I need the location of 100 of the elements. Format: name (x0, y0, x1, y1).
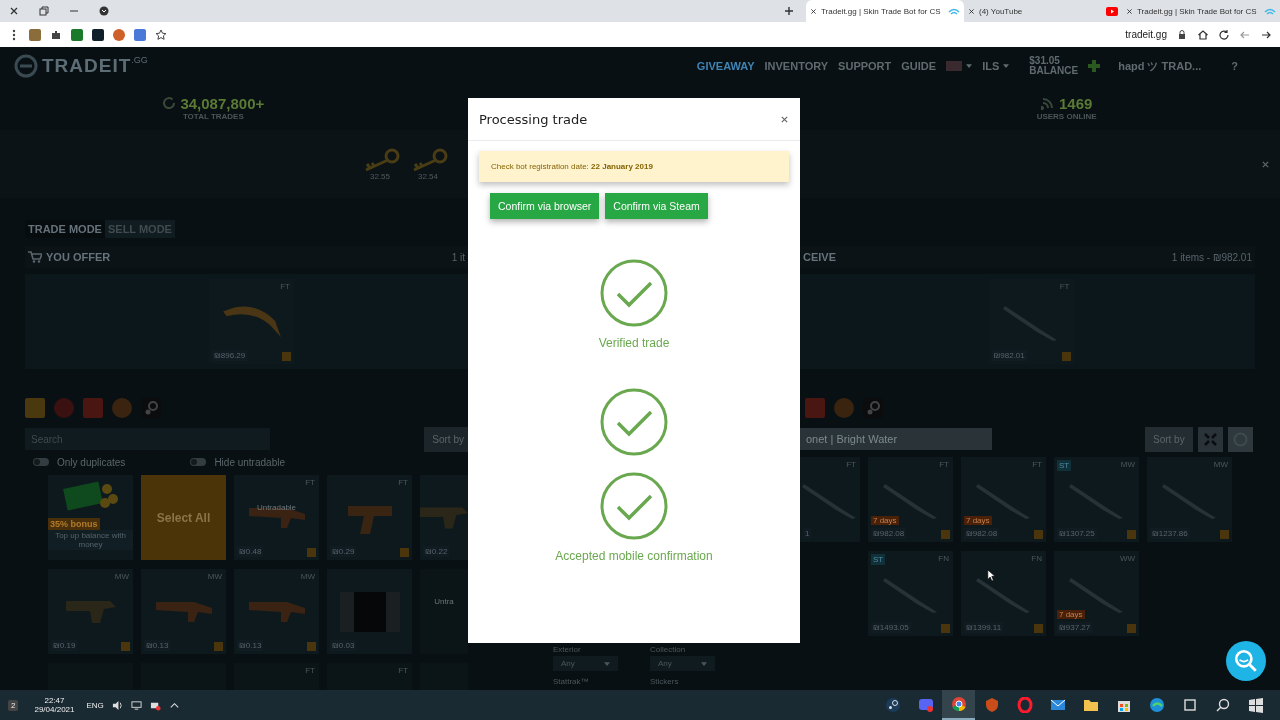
browser-tab[interactable]: (4) YouTube (964, 0, 1122, 22)
item-card[interactable]: FT (234, 663, 319, 690)
item-price: ₪0.19 (51, 640, 78, 651)
step-label: Verified trade (598, 336, 670, 350)
confirm-button[interactable]: Confirm via browser (490, 193, 600, 219)
cursor-icon (987, 569, 995, 582)
item-card[interactable]: MW ₪0.13 (141, 569, 226, 654)
address-field[interactable]: tradeit.gg (1125, 29, 1167, 40)
search-field[interactable]: onet | Bright Water (800, 428, 992, 450)
toggle-label: Hide untradable (214, 456, 285, 468)
restore-icon[interactable] (39, 6, 49, 16)
wear-label: WW (1119, 554, 1135, 563)
user-menu[interactable]: hapd ツ TRAD... (1118, 58, 1202, 74)
site-logo-suffix: .GG (131, 55, 148, 65)
refresh-icon (162, 96, 177, 110)
extension-icon[interactable] (92, 28, 104, 41)
chrome-icon[interactable] (942, 690, 975, 720)
balance-label: BALANCE (1029, 66, 1079, 76)
play-icon (1106, 6, 1118, 16)
speaker-icon[interactable] (111, 699, 123, 711)
confirm-button[interactable]: Confirm via Steam (605, 193, 708, 219)
stat-value: 1469 (1058, 94, 1093, 112)
item-count: 1 it (451, 251, 465, 263)
close-icon[interactable] (810, 7, 817, 15)
item-price: ₪0.29 (330, 546, 357, 557)
item-price: ₪0.48 (237, 546, 264, 557)
language-indicator[interactable]: ENG (86, 700, 104, 710)
close-icon[interactable] (9, 6, 19, 16)
smg-icon (420, 506, 468, 529)
toggle-switch[interactable] (33, 458, 49, 466)
key-price: 32.55 (370, 171, 390, 181)
browser-tab[interactable]: Tradeit.gg | Skin Trade Bot for CS (806, 0, 964, 22)
panel-title: CEIVE (803, 251, 836, 263)
key-card[interactable]: 32.54 (408, 147, 448, 181)
swirl-icon (948, 6, 960, 16)
close-icon[interactable] (968, 7, 975, 15)
dialog-title: Processing trade (479, 111, 588, 127)
item-card[interactable]: Untra (420, 569, 468, 654)
reload-icon[interactable] (1218, 28, 1230, 41)
item-card[interactable]: MW ₪0.19 (48, 569, 133, 654)
item-card[interactable]: MW ₪1237.86 (1147, 457, 1232, 542)
swirl-icon (1264, 6, 1276, 16)
browser-tab[interactable]: Tradeit.gg | Skin Trade Bot for CS (1122, 0, 1280, 22)
search-button[interactable] (1226, 641, 1266, 681)
wear-label: FT (305, 666, 315, 675)
currency-selector[interactable]: ILS (982, 60, 1000, 72)
cash-icon (60, 481, 121, 511)
puzzle-icon[interactable] (50, 28, 62, 41)
wear-label: MW (207, 572, 222, 581)
wear-label: FT (398, 666, 408, 675)
sort-button[interactable]: Sort by (424, 426, 468, 452)
filter-label: Collection (650, 645, 687, 654)
item-price: ₪0.13 (144, 640, 171, 651)
nav-link[interactable]: GIVEAWAY (696, 60, 755, 72)
close-icon[interactable] (780, 114, 789, 124)
item-price: ₪0.13 (237, 640, 264, 651)
item-price: ₪1493.05 (871, 622, 911, 633)
rifle-icon (248, 507, 305, 528)
item-card[interactable]: ST MW ₪1307.25 (1054, 457, 1139, 542)
mode-tab[interactable]: TRADE MODE (25, 220, 105, 238)
signal-icon (1040, 96, 1055, 110)
smg-icon (65, 600, 116, 623)
trade-lock-tag: 7 days (964, 516, 992, 525)
panel-title: YOU OFFER (46, 251, 111, 263)
translate-icon[interactable] (134, 28, 146, 41)
site-logo[interactable]: TRADEIT (42, 55, 132, 77)
cart-icon (28, 251, 42, 263)
wear-label: FN (1031, 554, 1042, 563)
new-tab-icon[interactable] (784, 6, 794, 16)
filter-label: Stickers (650, 677, 680, 686)
item-price: ₪1307.25 (1057, 528, 1097, 539)
item-card[interactable]: FT (327, 663, 412, 690)
select-all-button[interactable]: Select All (141, 475, 226, 560)
nav-link[interactable]: SUPPORT (838, 60, 892, 72)
item-count: 1 items - ₪982.01 (1171, 251, 1252, 263)
toggle-switch[interactable] (190, 458, 207, 466)
clock[interactable]: 22:47 29/04/2021 (34, 696, 75, 714)
trade-lock-tag: 7 days (871, 516, 899, 525)
nav-link[interactable]: GUIDE (901, 60, 937, 72)
nav-link[interactable]: INVENTORY (764, 60, 829, 72)
notification-icon[interactable]: 2 (8, 699, 19, 711)
tab-search-icon[interactable] (99, 6, 109, 16)
item-card[interactable]: MW ₪0.13 (234, 569, 319, 654)
caret-icon (604, 661, 610, 666)
stat-value: 34,087,800+ (180, 94, 265, 112)
key-price: 32.54 (418, 171, 438, 181)
network-icon[interactable] (130, 699, 142, 711)
star-icon[interactable] (155, 28, 167, 41)
key-card[interactable]: 32.55 (360, 147, 400, 181)
item-price: ₪937.27 (1057, 622, 1093, 633)
item-card[interactable]: ST FN ₪1493.05 (868, 551, 953, 636)
lock-icon (1176, 28, 1188, 41)
item-card[interactable]: ₪0.22 (420, 475, 468, 560)
toggle-label: Only duplicates (57, 456, 126, 468)
item-price: 1 (803, 528, 812, 539)
home-icon[interactable] (1197, 28, 1209, 41)
close-icon[interactable] (1126, 7, 1133, 15)
caret-icon (966, 64, 973, 68)
help-link[interactable]: ? (1231, 60, 1238, 72)
item-card[interactable]: WW 7 days ₪937.27 (1054, 551, 1139, 636)
